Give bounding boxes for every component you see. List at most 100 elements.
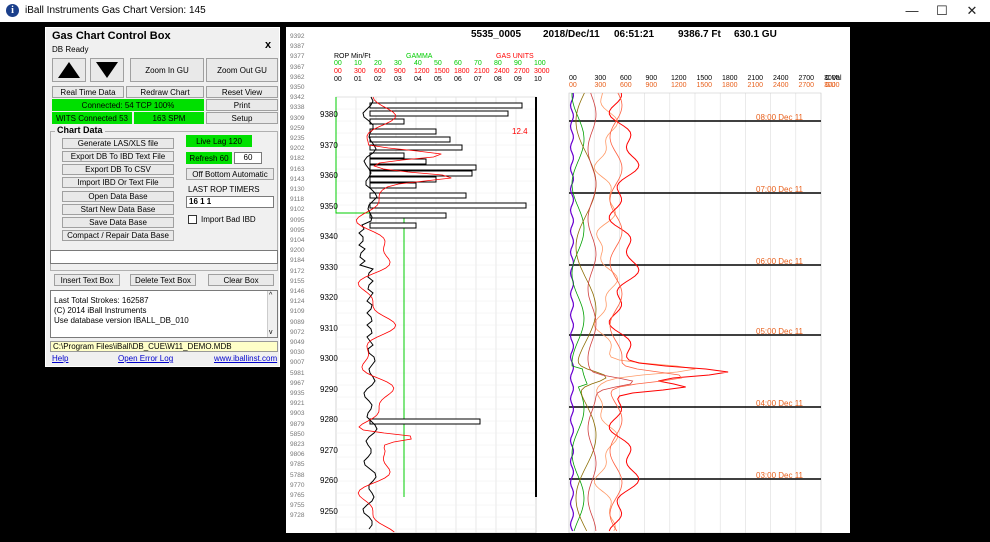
maximize-button[interactable]: ☐ — [927, 2, 957, 20]
rop-bar — [369, 222, 417, 229]
depth-tick-small: 9342 — [290, 94, 305, 102]
right-scale-tick: 600 — [620, 75, 632, 82]
website-link[interactable]: www.iballinst.com — [214, 354, 277, 363]
gas-scale-tick: 300 — [354, 68, 366, 75]
off-bottom-automatic-button[interactable]: Off Bottom Automatic — [186, 168, 274, 180]
insert-text-box-button[interactable]: Insert Text Box — [54, 274, 120, 286]
log-textarea[interactable]: Last Total Strokes: 162587 (C) 2014 iBal… — [50, 290, 278, 338]
compact-repair-database-button[interactable]: Compact / Repair Data Base — [62, 230, 174, 241]
arrow-up-icon — [58, 62, 80, 78]
minimize-button[interactable]: — — [897, 2, 927, 20]
gas-chart-canvas[interactable] — [286, 27, 850, 533]
depth-tick-small: 9806 — [290, 451, 305, 459]
rop-scale-title: ROP Min/Ft — [334, 53, 371, 60]
right-scale-tick: 1500 — [696, 75, 713, 82]
right-scale-tick: 1800 — [722, 82, 738, 89]
depth-tick-small: 9146 — [290, 288, 305, 295]
chart-header: 5535_0005 2018/Dec/11 06:51:21 9386.7 Ft… — [286, 27, 850, 41]
depth-tick-small: 9089 — [290, 318, 305, 326]
depth-tick-small: 9259 — [290, 124, 305, 132]
clear-box-button[interactable]: Clear Box — [208, 274, 274, 286]
export-ibd-button[interactable]: Export DB To IBD Text File — [62, 151, 174, 162]
rop-scale-tick: 05 — [434, 76, 442, 83]
reset-view-button[interactable]: Reset View — [206, 86, 278, 98]
gas-scale-tick: 2700 — [514, 68, 530, 75]
depth-tick-small: 9309 — [290, 114, 305, 122]
gas-chart: 5535_0005 2018/Dec/11 06:51:21 9386.7 Ft… — [286, 27, 850, 533]
depth-tick-small: 9967 — [290, 379, 305, 387]
rop-scale-tick: 02 — [374, 76, 382, 83]
rop-scale-tick: 00 — [334, 76, 342, 83]
export-csv-button[interactable]: Export DB To CSV — [62, 164, 174, 175]
open-error-log-link[interactable]: Open Error Log — [118, 354, 173, 363]
depth-tick-small: 9184 — [290, 257, 305, 265]
app-info-icon: i — [6, 4, 19, 17]
right-scale-tick: 2700 — [798, 75, 815, 82]
close-button[interactable]: ✕ — [957, 2, 987, 20]
scroll-down-button[interactable] — [90, 58, 124, 82]
import-bad-ibd-checkbox[interactable] — [188, 215, 197, 224]
gamma-scale-tick: 40 — [414, 60, 422, 67]
depth-tick-small: 9387 — [290, 43, 305, 51]
control-box-close-button[interactable]: x — [262, 39, 274, 51]
right-scale-tick: 2400 — [773, 82, 789, 89]
time-label: 04:00 Dec 11 — [756, 399, 803, 408]
delete-text-box-button[interactable]: Delete Text Box — [130, 274, 196, 286]
depth-tick-small: 9104 — [290, 237, 305, 244]
save-database-button[interactable]: Save Data Base — [62, 217, 174, 228]
refresh-status: Refresh 60 — [186, 152, 232, 164]
gamma-scale-tick: 90 — [514, 60, 522, 67]
gas-scale-tick: 00 — [334, 68, 342, 75]
right-scale-tick: 2100 — [747, 75, 764, 82]
refresh-interval-input[interactable]: 60 — [234, 152, 262, 164]
rop-scale-tick: 07 — [474, 76, 482, 83]
print-button[interactable]: Print — [206, 99, 278, 111]
gas-curve-salmon — [609, 92, 683, 532]
zoom-out-button[interactable]: Zoom Out GU — [206, 58, 278, 82]
depth-tick-small: 9235 — [290, 135, 305, 142]
db-status: DB Ready — [52, 45, 89, 54]
depth-tick-small: 5788 — [290, 471, 305, 479]
connection-status: Connected: 54 TCP 100% — [52, 99, 204, 111]
scroll-down-icon[interactable]: v — [269, 329, 273, 336]
scroll-up-icon[interactable]: ^ — [269, 292, 272, 299]
generate-las-button[interactable]: Generate LAS/XLS file — [62, 138, 174, 149]
last-rop-timers-input[interactable]: 16 1 1 — [186, 196, 274, 208]
log-scrollbar[interactable]: ^ v — [267, 291, 277, 337]
import-bad-ibd-label: Import Bad IBD — [201, 215, 256, 224]
gas-scale-tick: 1200 — [414, 68, 430, 75]
time-label: 08:00 Dec 11 — [756, 113, 803, 122]
depth-tick-small: 9118 — [290, 196, 304, 204]
depth-tick-small: 9728 — [290, 512, 305, 520]
gamma-scale-tick: 80 — [494, 60, 502, 67]
open-database-button[interactable]: Open Data Base — [62, 191, 174, 202]
right-scale-tick: 2100 — [747, 82, 764, 89]
real-time-data-button[interactable]: Real Time Data — [52, 86, 124, 98]
gamma-scale-tick: 20 — [374, 60, 382, 67]
depth-tick-large: 9350 — [320, 201, 338, 211]
depth-tick-small: 9182 — [290, 155, 305, 163]
rop-scale-tick: 10 — [534, 76, 542, 83]
text-entry-field[interactable] — [50, 250, 278, 264]
gamma-scale-tick: 30 — [394, 60, 402, 67]
start-new-database-button[interactable]: Start New Data Base — [62, 204, 174, 215]
depth-tick-small: 9377 — [290, 53, 305, 61]
right-scale-tick: 00 — [569, 75, 577, 82]
scroll-up-button[interactable] — [52, 58, 86, 82]
gamma-scale-tick: 100 — [534, 60, 546, 67]
depth-tick-small: 9095 — [290, 216, 305, 224]
depth-tick-small: 9350 — [290, 84, 305, 91]
setup-button[interactable]: Setup — [206, 112, 278, 124]
right-scale-tick: 1800 — [722, 75, 738, 82]
depth-tick-large: 9300 — [320, 354, 338, 363]
right-scale-tick: 300 — [594, 75, 607, 82]
zoom-in-button[interactable]: Zoom In GU — [130, 58, 204, 82]
header-time: 06:51:21 — [614, 29, 655, 40]
help-link[interactable]: Help — [52, 354, 68, 363]
time-label: 06:00 Dec 11 — [756, 257, 803, 266]
gamma-scale-tick: 70 — [474, 60, 482, 67]
redraw-chart-button[interactable]: Redraw Chart — [126, 86, 204, 98]
import-ibd-button[interactable]: Import IBD Or Text File — [62, 177, 174, 188]
rop-scale-tick: 09 — [514, 76, 522, 83]
rop-bar — [369, 202, 527, 209]
